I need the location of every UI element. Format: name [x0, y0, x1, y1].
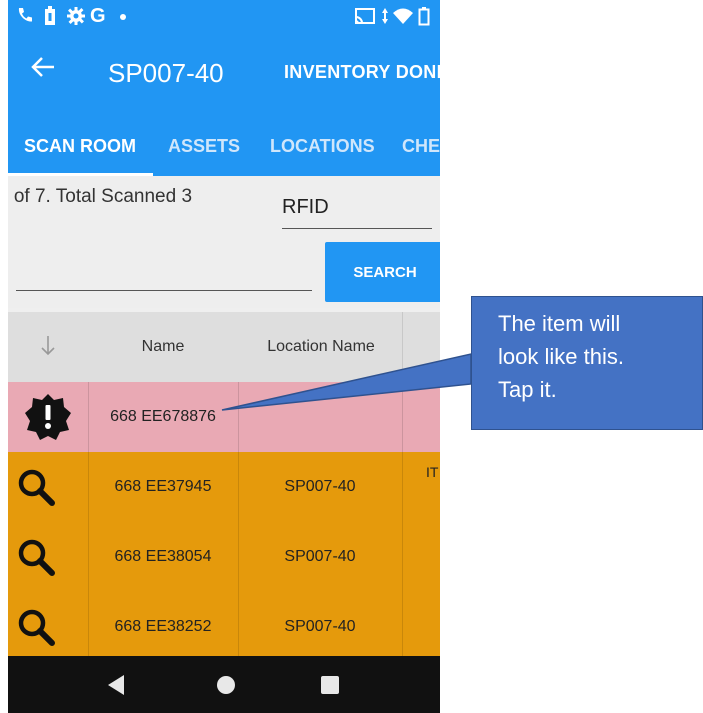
callout-box: The item will look like this. Tap it. — [471, 296, 703, 430]
callout-line: Tap it. — [498, 377, 557, 402]
callout-line: look like this. — [498, 344, 624, 369]
callout-line: The item will — [498, 311, 621, 336]
